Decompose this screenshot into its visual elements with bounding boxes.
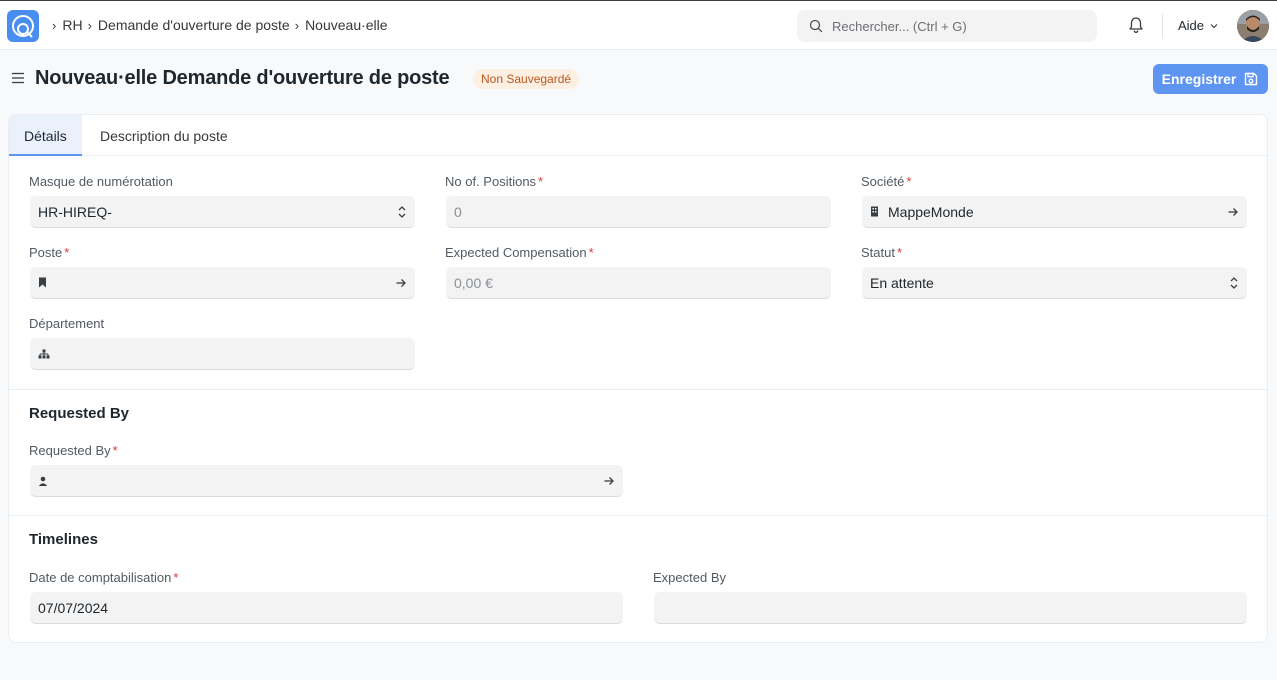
posting-date-input[interactable]: 07/07/2024	[30, 592, 623, 624]
designation-link-field[interactable]	[30, 267, 415, 299]
logo-icon	[12, 15, 34, 38]
expected-compensation-input[interactable]: 0,00 €	[446, 267, 831, 299]
select-arrows-icon	[397, 205, 407, 219]
help-dropdown[interactable]: Aide	[1178, 18, 1219, 33]
expected-compensation-value: 0,00 €	[454, 274, 493, 291]
arrow-right-icon[interactable]	[1227, 206, 1239, 218]
posting-date-value: 07/07/2024	[38, 599, 109, 616]
section-title-requested-by: Requested By	[29, 405, 130, 422]
status-badge: Non Sauvegardé	[473, 69, 580, 89]
company-link-field[interactable]: MappeMonde	[862, 196, 1247, 228]
page-title: Nouveau·elle Demande d'ouverture de post…	[35, 67, 450, 89]
no-of-positions-value: 0	[454, 203, 462, 220]
section-divider	[9, 515, 1267, 516]
chevron-right-icon: ›	[294, 17, 300, 33]
search-icon	[809, 19, 823, 33]
naming-series-label: Masque de numérotation	[29, 174, 173, 189]
requested-by-link-field[interactable]	[30, 465, 623, 497]
department-link-field[interactable]	[30, 338, 415, 370]
building-icon	[870, 206, 879, 217]
navbar-divider	[1162, 14, 1163, 38]
form-card: Détails Description du poste Masque de n…	[8, 114, 1268, 643]
expected-by-input[interactable]	[654, 592, 1247, 624]
section-title-timelines: Timelines	[29, 531, 98, 548]
department-label: Département	[29, 316, 105, 331]
company-label: Société *	[861, 174, 912, 189]
bookmark-icon	[38, 277, 47, 288]
save-button[interactable]: Enregistrer	[1153, 64, 1268, 94]
breadcrumb-item-rh[interactable]: RH	[62, 17, 82, 33]
tab-details[interactable]: Détails	[9, 115, 82, 156]
avatar-image	[1237, 10, 1269, 42]
section-divider	[9, 389, 1267, 390]
expected-by-label: Expected By	[653, 570, 726, 585]
user-icon	[38, 476, 48, 486]
notifications-bell-icon[interactable]	[1127, 16, 1145, 37]
no-of-positions-input[interactable]: 0	[446, 196, 831, 228]
tab-job-description[interactable]: Description du poste	[85, 115, 243, 156]
help-label: Aide	[1178, 18, 1205, 33]
designation-label: Poste *	[29, 245, 70, 260]
company-value: MappeMonde	[888, 203, 974, 220]
search-bar[interactable]: Rechercher... (Ctrl + G)	[797, 10, 1097, 42]
naming-series-select[interactable]: HR-HIREQ-	[30, 196, 415, 228]
save-button-label: Enregistrer	[1161, 71, 1237, 87]
navbar: › RH › Demande d'ouverture de poste › No…	[0, 0, 1277, 50]
requested-by-label: Requested By *	[29, 443, 118, 458]
org-chart-icon	[38, 349, 50, 359]
form-tabs: Détails Description du poste	[9, 115, 1267, 156]
expected-compensation-label: Expected Compensation *	[445, 245, 594, 260]
breadcrumb-item-job-requisition[interactable]: Demande d'ouverture de poste	[98, 17, 290, 33]
breadcrumb-item-new[interactable]: Nouveau·elle	[305, 17, 388, 33]
breadcrumb: › RH › Demande d'ouverture de poste › No…	[52, 17, 393, 33]
user-avatar[interactable]	[1237, 10, 1269, 42]
arrow-right-icon[interactable]	[395, 277, 407, 289]
no-of-positions-label: No of. Positions *	[445, 174, 544, 189]
posting-date-label: Date de comptabilisation *	[29, 570, 179, 585]
page-head: Nouveau·elle Demande d'ouverture de post…	[0, 50, 1277, 114]
status-value: En attente	[870, 274, 934, 291]
chevron-right-icon: ›	[52, 17, 57, 33]
naming-series-value: HR-HIREQ-	[38, 203, 112, 220]
arrow-right-icon[interactable]	[603, 475, 615, 487]
chevron-down-icon	[1210, 23, 1218, 28]
chevron-right-icon: ›	[87, 17, 92, 33]
select-arrows-icon	[1229, 276, 1239, 290]
sidebar-toggle-icon[interactable]	[11, 71, 25, 88]
status-label: Statut *	[861, 245, 903, 260]
app-logo[interactable]	[7, 10, 39, 42]
search-placeholder: Rechercher... (Ctrl + G)	[832, 18, 967, 34]
save-icon	[1245, 72, 1258, 86]
status-select[interactable]: En attente	[862, 267, 1247, 299]
